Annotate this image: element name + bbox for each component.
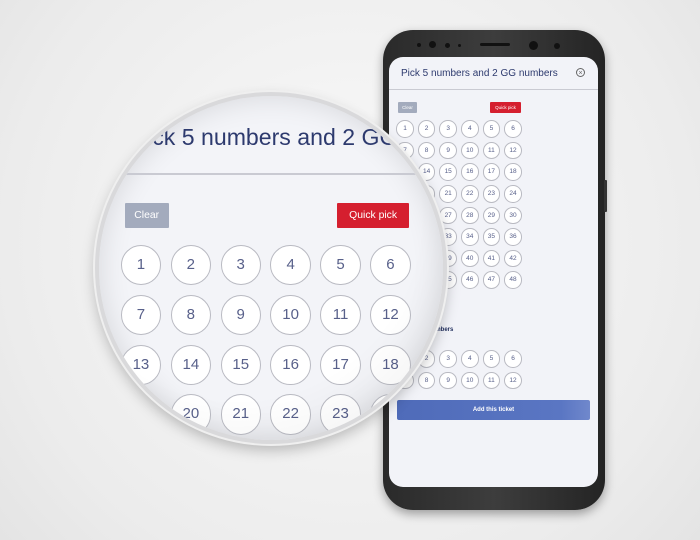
number-ball-12[interactable]: 12 [504,141,522,160]
number-ball-36[interactable]: 36 [504,228,522,246]
number-ball-1[interactable]: 1 [120,244,162,286]
number-ball-11[interactable]: 11 [482,141,501,160]
number-ball-5[interactable]: 5 [482,120,501,138]
number-ball-24[interactable]: 24 [370,394,411,435]
number-ball-35[interactable]: 35 [482,228,501,246]
sensor-icon [417,43,421,47]
number-ball-42[interactable]: 42 [504,249,522,268]
divider [389,89,598,90]
sensor-icon [554,43,560,49]
gg-number-ball-3[interactable]: 3 [439,350,457,368]
number-ball-18[interactable]: 18 [370,344,411,385]
quick-pick-button[interactable]: Quick pick [490,102,521,113]
clear-button[interactable]: Clear [398,102,417,113]
number-ball-23[interactable]: 23 [320,394,361,435]
number-ball-23[interactable]: 23 [482,185,501,203]
modal-title: Pick 5 numbers and 2 GG numbers [401,68,558,79]
quick-pick-button[interactable]: Quick pick [337,202,409,229]
number-ball-10[interactable]: 10 [461,141,479,160]
number-ball-11[interactable]: 11 [320,294,361,336]
number-ball-30[interactable]: 30 [504,206,522,225]
number-ball-17[interactable]: 17 [482,163,501,181]
number-ball-12[interactable]: 12 [370,294,411,336]
number-ball-15[interactable]: 15 [220,344,261,385]
sensor-icon [458,44,461,47]
gg-number-ball-8[interactable]: 8 [417,371,436,390]
number-ball-4[interactable]: 4 [270,244,311,286]
number-ball-3[interactable]: 3 [220,244,261,286]
number-ball-48[interactable]: 48 [504,271,522,289]
close-icon[interactable]: × [576,68,585,77]
number-ball-7[interactable]: 7 [120,294,162,336]
number-ball-47[interactable]: 47 [482,271,501,289]
number-ball-22[interactable]: 22 [461,185,479,203]
number-ball-40[interactable]: 40 [461,249,479,268]
phone-side-button [604,180,607,212]
number-ball-19[interactable]: 19 [120,394,162,435]
number-ball-4[interactable]: 4 [461,120,479,138]
number-ball-29[interactable]: 29 [482,206,501,225]
number-ball-16[interactable]: 16 [270,344,311,385]
number-ball-9[interactable]: 9 [220,294,261,336]
number-ball-10[interactable]: 10 [270,294,311,336]
gg-number-ball-9[interactable]: 9 [439,371,457,390]
camera-icon [429,41,436,48]
gg-number-ball-12[interactable]: 12 [504,371,522,390]
gg-number-ball-11[interactable]: 11 [482,371,501,390]
number-ball-22[interactable]: 22 [270,394,311,435]
number-ball-6[interactable]: 6 [504,120,522,138]
number-ball-8[interactable]: 8 [170,294,212,336]
number-ball-6[interactable]: 6 [370,244,411,286]
sensor-icon [445,43,450,48]
number-ball-34[interactable]: 34 [461,228,479,246]
number-ball-24[interactable]: 24 [504,185,522,203]
clear-button[interactable]: Clear [124,202,169,229]
gg-number-ball-5[interactable]: 5 [482,350,501,368]
gg-number-ball-10[interactable]: 10 [461,371,479,390]
number-ball-14[interactable]: 14 [170,344,212,385]
number-ball-2[interactable]: 2 [170,244,212,286]
front-camera-icon [529,41,538,50]
divider [103,172,443,175]
number-ball-20[interactable]: 20 [170,394,212,435]
number-ball-27[interactable]: 27 [439,206,457,225]
number-ball-18[interactable]: 18 [504,163,522,181]
gg-number-ball-6[interactable]: 6 [504,350,522,368]
number-ball-13[interactable]: 13 [120,344,162,385]
speaker-grille [480,43,510,46]
add-ticket-button[interactable]: Add this ticket [397,400,590,420]
number-ball-46[interactable]: 46 [461,271,479,289]
number-ball-41[interactable]: 41 [482,249,501,268]
number-ball-28[interactable]: 28 [461,206,479,225]
number-ball-5[interactable]: 5 [320,244,361,286]
number-ball-16[interactable]: 16 [461,163,479,181]
magnifier: Pick 5 numbers and 2 GG numbers×ClearQui… [95,92,447,444]
number-ball-21[interactable]: 21 [439,185,457,203]
number-ball-21[interactable]: 21 [220,394,261,435]
number-ball-17[interactable]: 17 [320,344,361,385]
modal-title: Pick 5 numbers and 2 GG numbers [131,123,447,150]
gg-number-ball-4[interactable]: 4 [461,350,479,368]
